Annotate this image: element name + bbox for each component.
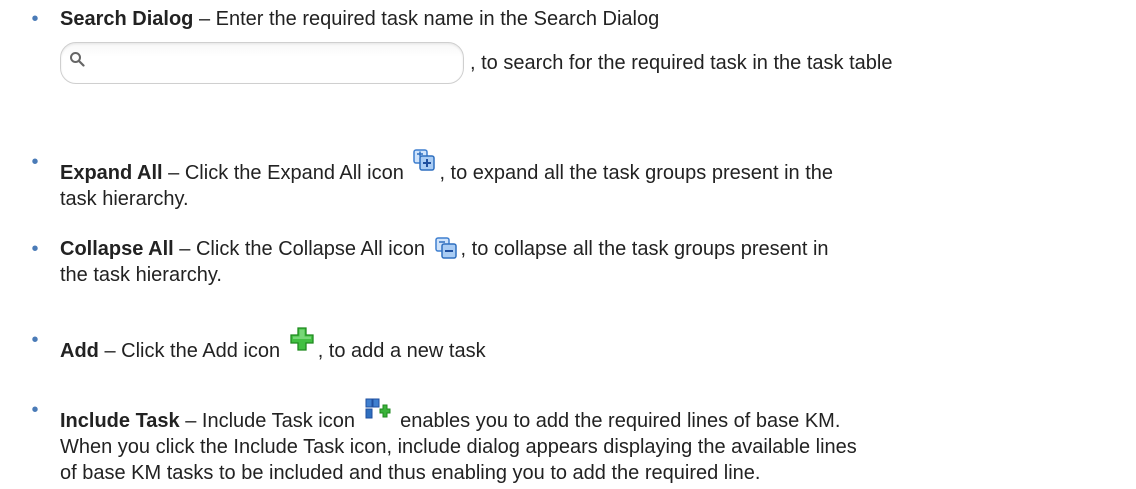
term-search-dialog: Search Dialog <box>60 8 194 30</box>
term-add: Add <box>60 340 99 362</box>
collapse-all-icon[interactable] <box>434 237 457 259</box>
bullet-point: • <box>31 238 39 260</box>
term-include-task: Include Task <box>60 410 180 432</box>
description-line-2: When you click the Include Task icon, in… <box>60 436 857 458</box>
separator: – <box>193 8 216 30</box>
description: Include Task icon <box>201 410 355 432</box>
separator: – <box>179 410 202 432</box>
search-dialog-input[interactable] <box>60 42 464 84</box>
separator: – <box>98 340 122 362</box>
include-task-icon[interactable] <box>365 397 391 421</box>
expand-all-icon[interactable] <box>413 149 436 171</box>
description-continued: enables you to add the required lines of… <box>394 410 841 432</box>
bullet-point: • <box>31 329 39 351</box>
description-line-2: task hierarchy. <box>60 188 189 210</box>
description: Click the Collapse All icon <box>195 238 425 260</box>
description: Enter the required task name in the Sear… <box>215 8 660 30</box>
search-icon <box>70 52 85 67</box>
term-expand-all: Expand All <box>60 162 163 184</box>
description-continued: , to search for the required task in the… <box>470 52 893 74</box>
bullet-point: • <box>31 399 39 421</box>
description-line-2: the task hierarchy. <box>60 264 222 286</box>
separator: – <box>162 162 185 184</box>
add-icon[interactable] <box>290 327 314 351</box>
description-line-3: of base KM tasks to be included and thus… <box>60 462 761 484</box>
description: Click the Add icon <box>121 340 281 362</box>
separator: – <box>173 238 196 260</box>
bullet-point: • <box>31 8 39 30</box>
description-continued: , to collapse all the task groups presen… <box>460 238 829 260</box>
description: Click the Expand All icon <box>184 162 404 184</box>
description-continued: , to expand all the task groups present … <box>439 162 834 184</box>
description-continued: , to add a new task <box>317 340 486 362</box>
bullet-point: • <box>31 151 39 173</box>
list-item-search-dialog: • Search Dialog – Enter the required tas… <box>0 6 1136 96</box>
term-collapse-all: Collapse All <box>60 238 174 260</box>
